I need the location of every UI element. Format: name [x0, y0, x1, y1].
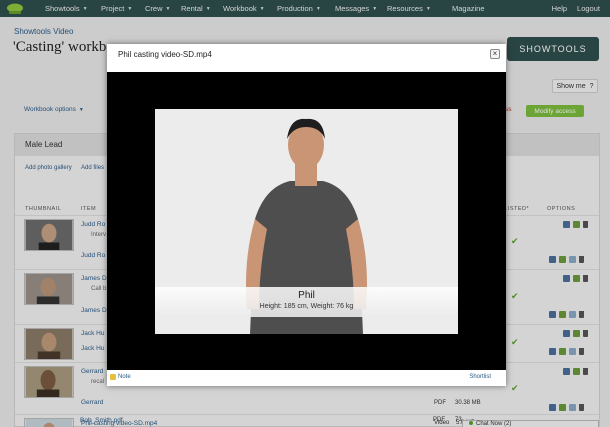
- close-button[interactable]: ×: [490, 49, 500, 59]
- caption-name: Phil: [298, 290, 315, 301]
- note-icon: [110, 374, 116, 380]
- video-frame: Phil Height: 185 cm, Weight: 76 kg: [155, 109, 458, 334]
- modal-title: Phil casting video-SD.mp4: [118, 50, 212, 59]
- close-icon: ×: [492, 49, 498, 58]
- caption-details: Height: 185 cm, Weight: 76 kg: [259, 303, 354, 310]
- video-modal: Phil casting video-SD.mp4 × Phil Height:…: [107, 44, 506, 386]
- video-caption: Phil Height: 185 cm, Weight: 76 kg: [155, 287, 458, 317]
- shortlist-button[interactable]: Shortlist: [469, 374, 491, 380]
- note-button[interactable]: Note: [110, 374, 131, 380]
- video-player[interactable]: Phil Height: 185 cm, Weight: 76 kg: [107, 72, 506, 370]
- modal-footer: Note Shortlist: [107, 370, 506, 386]
